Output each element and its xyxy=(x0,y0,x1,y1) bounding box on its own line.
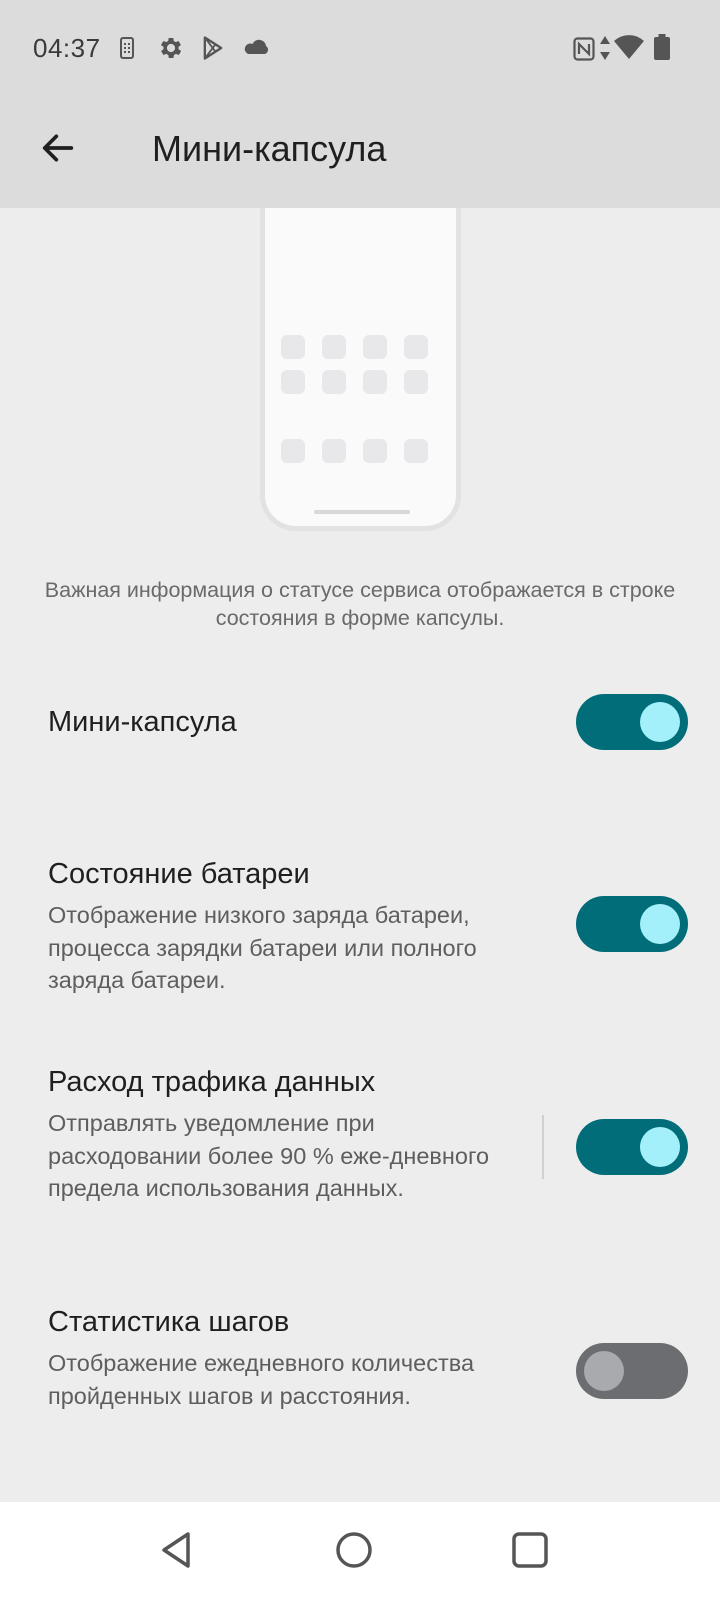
mini-capsule-toggle[interactable] xyxy=(576,694,688,750)
nav-recents-button[interactable] xyxy=(502,1524,558,1580)
setting-summary: Отображение низкого заряда батареи, проц… xyxy=(48,902,477,993)
nav-home-button[interactable] xyxy=(326,1524,382,1580)
arrow-back-icon xyxy=(38,128,78,173)
setting-title: Расход трафика данных xyxy=(48,1066,376,1098)
setting-step-stats[interactable]: Статистика шагов Отображение ежедневного… xyxy=(0,1296,720,1456)
setting-title: Статистика шагов xyxy=(48,1306,290,1338)
nav-back-button[interactable] xyxy=(150,1524,206,1580)
back-triangle-icon xyxy=(158,1530,198,1575)
cloud-icon xyxy=(242,36,272,63)
battery-status-toggle[interactable] xyxy=(576,896,688,952)
settings-gear-icon xyxy=(157,34,185,67)
play-store-icon xyxy=(199,34,227,67)
toggle-knob xyxy=(584,1351,624,1391)
battery-icon xyxy=(653,33,671,66)
setting-summary: Отправлять уведомление при расходовании … xyxy=(48,1110,490,1201)
navigation-bar xyxy=(0,1502,720,1600)
status-time: 04:37 xyxy=(33,33,101,63)
data-usage-toggle[interactable] xyxy=(576,1119,688,1175)
toggle-knob xyxy=(640,904,680,944)
nfc-icon xyxy=(573,37,595,66)
toggle-knob xyxy=(640,702,680,742)
setting-title: Состояние батареи xyxy=(48,858,310,890)
home-circle-icon xyxy=(334,1530,374,1575)
wifi-icon xyxy=(613,34,645,65)
phone-illustration xyxy=(260,208,461,531)
toggle-knob xyxy=(640,1127,680,1167)
setting-battery-status[interactable]: Состояние батареи Отображение низкого за… xyxy=(0,848,720,1008)
back-button[interactable] xyxy=(26,118,90,182)
capsule-description: Важная информация о статусе сервиса отоб… xyxy=(44,578,676,630)
settings-content[interactable]: Важная информация о статусе сервиса отоб… xyxy=(0,208,720,1502)
step-stats-toggle[interactable] xyxy=(576,1343,688,1399)
status-bar: 04:37 xyxy=(0,0,720,96)
setting-data-usage[interactable]: Расход трафика данных Отправлять уведомл… xyxy=(0,1056,720,1246)
setting-mini-capsule[interactable]: Мини-капсула xyxy=(0,668,720,778)
top-app-bar: Мини-капсула xyxy=(0,96,720,208)
setting-summary: Отображение ежедневного количества пройд… xyxy=(48,1350,475,1409)
sim-card-icon xyxy=(119,36,135,65)
setting-title: Мини-капсула xyxy=(48,706,237,738)
divider xyxy=(542,1115,544,1179)
page-title: Мини-капсула xyxy=(152,128,387,169)
recents-square-icon xyxy=(510,1530,550,1575)
data-arrows-icon xyxy=(599,35,611,66)
